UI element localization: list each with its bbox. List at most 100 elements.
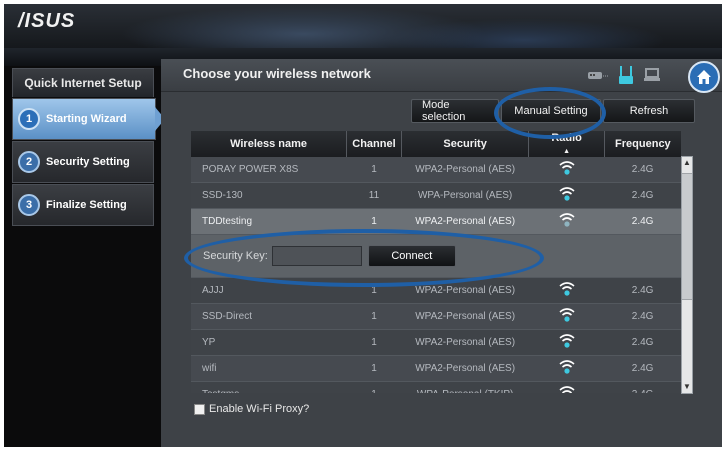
sort-up-icon: ▲ xyxy=(563,148,571,155)
wifi-signal-icon xyxy=(559,386,575,393)
page-title: Choose your wireless network xyxy=(183,66,371,81)
app-window: /ISUS Quick Internet Setup 1 Starting Wi… xyxy=(4,4,722,447)
cell-wireless-name: TDDtesting xyxy=(191,208,347,235)
cell-radio xyxy=(528,157,605,183)
table-row[interactable]: wifi 1 WPA2-Personal (AES) 2.4G xyxy=(191,355,681,382)
cell-channel: 1 xyxy=(346,157,402,183)
cell-frequency: 2.4G xyxy=(604,303,681,330)
cell-security: WPA2-Personal (AES) xyxy=(401,355,529,382)
cell-security: WPA-Personal (AES) xyxy=(401,182,529,209)
toolbar: Mode selection Manual Setting Refresh xyxy=(411,99,695,123)
manual-setting-button[interactable]: Manual Setting xyxy=(501,99,601,123)
cell-security: WPA-Personal (TKIP) xyxy=(401,381,529,393)
security-key-row: Security Key: Connect xyxy=(191,234,681,278)
col-security[interactable]: Security xyxy=(401,131,530,157)
cell-wireless-name: SSD-Direct xyxy=(191,303,347,330)
table-row[interactable]: Testqms1WPA-Personal (TKIP) 2.4G xyxy=(191,381,681,393)
cell-radio xyxy=(528,277,605,304)
connect-button[interactable]: Connect xyxy=(367,245,456,267)
cell-radio xyxy=(528,381,605,393)
sidebar: Quick Internet Setup 1 Starting Wizard 2… xyxy=(12,68,165,226)
scroll-thumb[interactable] xyxy=(682,173,692,300)
mode-selection-button[interactable]: Mode selection xyxy=(411,99,499,123)
cell-channel: 1 xyxy=(346,329,402,356)
table-header: Wireless name Channel Security Radio ▲ Fr… xyxy=(191,131,681,157)
main-panel: Choose your wireless network Mode select… xyxy=(161,59,722,447)
cell-channel: 1 xyxy=(346,381,402,393)
cell-channel: 11 xyxy=(346,182,402,209)
cell-frequency: 2.4G xyxy=(604,182,681,209)
computer-icon xyxy=(644,68,660,81)
wifi-signal-icon xyxy=(559,213,575,227)
sidebar-title: Quick Internet Setup xyxy=(12,68,154,97)
router-icon xyxy=(619,66,633,84)
cell-channel: 1 xyxy=(346,355,402,382)
cell-radio xyxy=(528,208,605,235)
cell-radio xyxy=(528,355,605,382)
sidebar-item-label: Security Setting xyxy=(46,156,130,168)
wifi-signal-icon xyxy=(559,282,575,296)
cell-radio xyxy=(528,182,605,209)
security-key-cell: Security Key: Connect xyxy=(191,234,681,278)
modem-icon xyxy=(588,72,608,79)
cell-radio xyxy=(528,303,605,330)
cell-frequency: 2.4G xyxy=(604,277,681,304)
network-table: Wireless name Channel Security Radio ▲ Fr… xyxy=(191,131,693,393)
cell-security: WPA2-Personal (AES) xyxy=(401,157,529,183)
cell-channel: 1 xyxy=(346,208,402,235)
cell-wireless-name: YP xyxy=(191,329,347,356)
cell-frequency: 2.4G xyxy=(604,157,681,183)
table-scrollbar[interactable]: ▲ ▼ xyxy=(681,156,693,394)
sidebar-item-security-setting[interactable]: 2 Security Setting xyxy=(12,141,154,183)
col-wireless-name[interactable]: Wireless name xyxy=(191,131,348,157)
table-row[interactable]: YP 1 WPA2-Personal (AES) 2.4G xyxy=(191,329,681,356)
cell-security: WPA2-Personal (AES) xyxy=(401,303,529,330)
cell-channel: 1 xyxy=(346,277,402,304)
wifi-proxy-checkbox[interactable] xyxy=(194,403,205,415)
cell-security: WPA2-Personal (AES) xyxy=(401,277,529,304)
cell-wireless-name: Testqms xyxy=(191,381,347,393)
col-frequency[interactable]: Frequency xyxy=(604,131,681,157)
table-row[interactable]: SSD-Direct 1 WPA2-Personal (AES) 2.4G xyxy=(191,303,681,330)
step-number-icon: 3 xyxy=(18,194,40,216)
scroll-down-icon[interactable]: ▼ xyxy=(682,381,692,393)
refresh-button[interactable]: Refresh xyxy=(603,99,695,123)
wifi-signal-icon xyxy=(559,360,575,374)
wifi-proxy-option[interactable]: Enable Wi-Fi Proxy? xyxy=(194,403,309,415)
sidebar-item-finalize-setting[interactable]: 3 Finalize Setting xyxy=(12,184,154,226)
cell-security: WPA2-Personal (AES) xyxy=(401,329,529,356)
table-row[interactable]: TDDtesting 1 WPA2-Personal (AES) 2.4G xyxy=(191,208,681,235)
step-number-icon: 1 xyxy=(18,108,40,130)
table-row[interactable]: PORAY POWER X8S 1 WPA2-Personal (AES) 2.4G xyxy=(191,157,681,183)
wifi-proxy-label: Enable Wi-Fi Proxy? xyxy=(209,403,310,415)
status-icons xyxy=(587,64,661,86)
table-row[interactable]: AJJJ 1 WPA2-Personal (AES) 2.4G xyxy=(191,277,681,304)
cell-security: WPA2-Personal (AES) xyxy=(401,208,529,235)
table-row[interactable]: SSD-130 11 WPA-Personal (AES) 2.4G xyxy=(191,182,681,209)
security-key-input[interactable] xyxy=(271,246,362,266)
home-icon[interactable] xyxy=(688,61,720,93)
wifi-signal-icon xyxy=(559,334,575,348)
cell-frequency: 2.4G xyxy=(604,381,681,393)
col-channel[interactable]: Channel xyxy=(346,131,402,157)
cell-frequency: 2.4G xyxy=(604,329,681,356)
cell-wireless-name: wifi xyxy=(191,355,347,382)
wifi-signal-icon xyxy=(559,161,575,175)
wifi-signal-icon xyxy=(559,187,575,201)
cell-channel: 1 xyxy=(346,303,402,330)
security-key-label: Security Key: xyxy=(203,250,268,262)
wifi-signal-icon xyxy=(559,308,575,322)
col-radio[interactable]: Radio ▲ xyxy=(528,131,605,157)
scroll-up-icon[interactable]: ▲ xyxy=(682,157,692,169)
sidebar-item-label: Finalize Setting xyxy=(46,199,127,211)
cell-frequency: 2.4G xyxy=(604,355,681,382)
sidebar-item-label: Starting Wizard xyxy=(46,113,127,125)
top-banner: /ISUS xyxy=(4,4,722,48)
sidebar-item-starting-wizard[interactable]: 1 Starting Wizard xyxy=(12,98,165,140)
col-radio-label: Radio xyxy=(551,132,582,144)
cell-radio xyxy=(528,329,605,356)
cell-wireless-name: PORAY POWER X8S xyxy=(191,157,347,183)
cell-wireless-name: AJJJ xyxy=(191,277,347,304)
cell-frequency: 2.4G xyxy=(604,208,681,235)
step-number-icon: 2 xyxy=(18,151,40,173)
